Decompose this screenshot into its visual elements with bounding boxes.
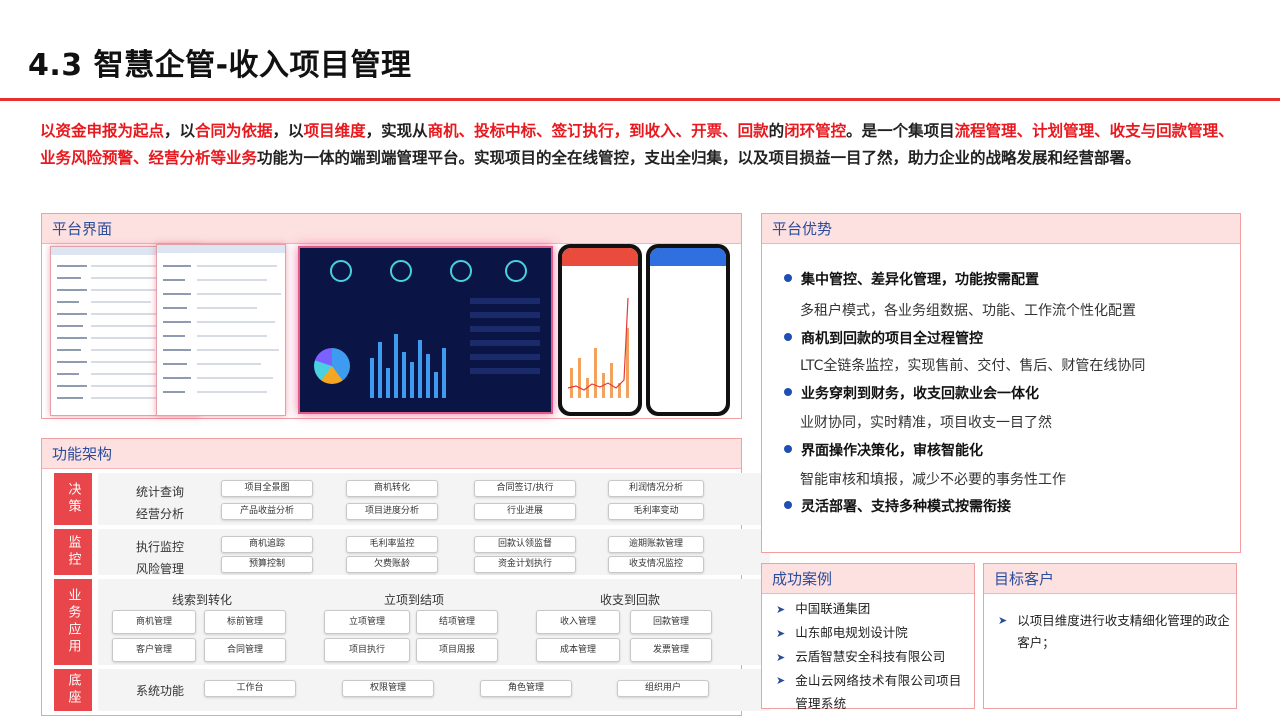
intro-highlight: 以资金申报为起点 bbox=[40, 122, 165, 140]
decision-label-1: 统计查询 bbox=[136, 485, 185, 499]
group-projects: 立项到结项 bbox=[384, 593, 445, 607]
intro-paragraph: 以资金申报为起点，以合同为依据，以项目维度，实现从商机、投标中标、签订执行，到收… bbox=[40, 118, 1240, 172]
intro-text: ，以 bbox=[272, 122, 304, 140]
tag-monitor-4[interactable]: 逾期账款管理 bbox=[608, 536, 704, 553]
arrow-icon: ➤ bbox=[776, 651, 786, 664]
advantage-3-title: 业务穿刺到财务，收支回款业会一体化 bbox=[784, 383, 1039, 403]
tag-base-4[interactable]: 组织用户 bbox=[617, 680, 709, 697]
platform-screenshots bbox=[48, 244, 738, 418]
arrow-icon: ➤ bbox=[776, 603, 786, 616]
advantages-heading: 平台优势 bbox=[762, 214, 1240, 244]
intro-text: 。是一个集项目 bbox=[846, 122, 955, 140]
tag-decision-8[interactable]: 毛利率变动 bbox=[608, 503, 704, 520]
arrow-icon: ➤ bbox=[776, 674, 786, 687]
tag-decision-1[interactable]: 项目全景图 bbox=[221, 480, 313, 497]
case-2: ➤ 山东邮电规划设计院 bbox=[776, 625, 908, 640]
tag-decision-2[interactable]: 商机转化 bbox=[346, 480, 438, 497]
advantage-4-title: 界面操作决策化，审核智能化 bbox=[784, 440, 983, 460]
tag-business-9[interactable]: 项目执行 bbox=[324, 638, 410, 662]
tag-business-7[interactable]: 客户管理 bbox=[112, 638, 196, 662]
tag-decision-6[interactable]: 项目进度分析 bbox=[346, 503, 438, 520]
mobile-chart-screenshot bbox=[558, 244, 642, 416]
advantage-1-desc: 多租户模式，各业务组数据、功能、工作流个性化配置 bbox=[800, 303, 1136, 319]
bullet-icon bbox=[784, 388, 792, 396]
cases-heading: 成功案例 bbox=[762, 564, 974, 594]
category-monitor: 监控 bbox=[54, 529, 92, 575]
platform-panel: 平台界面 bbox=[41, 213, 742, 419]
tag-business-2[interactable]: 标前管理 bbox=[204, 610, 286, 634]
tag-business-1[interactable]: 商机管理 bbox=[112, 610, 196, 634]
advantage-4-desc: 智能审核和填报，减少不必要的事务性工作 bbox=[800, 472, 1066, 488]
tag-monitor-3[interactable]: 回款认领监督 bbox=[474, 536, 576, 553]
bullet-icon bbox=[784, 445, 792, 453]
arrow-icon: ➤ bbox=[776, 627, 786, 640]
advantage-1-title: 集中管控、差异化管理，功能按需配置 bbox=[784, 269, 1039, 289]
advantage-3-desc: 业财协同，实时精准，项目收支一目了然 bbox=[800, 415, 1052, 431]
tag-business-8[interactable]: 合同管理 bbox=[204, 638, 286, 662]
intro-highlight: 闭环管控 bbox=[784, 122, 847, 140]
arrow-icon: ➤ bbox=[998, 614, 1008, 627]
platform-heading: 平台界面 bbox=[42, 214, 741, 244]
case-3: ➤ 云盾智慧安全科技有限公司 bbox=[776, 649, 946, 664]
customers-heading: 目标客户 bbox=[984, 564, 1236, 594]
intro-text: 的 bbox=[768, 122, 785, 140]
architecture-panel: 功能架构 决策 统计查询 经营分析 项目全景图 商机转化 合同签订/执行 利润情… bbox=[41, 438, 770, 716]
tag-business-6[interactable]: 回款管理 bbox=[630, 610, 712, 634]
group-payments: 收支到回款 bbox=[600, 593, 661, 607]
mobile-detail-screenshot bbox=[646, 244, 730, 416]
case-1: ➤ 中国联通集团 bbox=[776, 601, 871, 616]
advantages-panel: 平台优势 集中管控、差异化管理，功能按需配置 多租户模式，各业务组数据、功能、工… bbox=[761, 213, 1241, 553]
base-label: 系统功能 bbox=[136, 684, 185, 698]
decision-label-2: 经营分析 bbox=[136, 507, 185, 521]
category-decision: 决策 bbox=[54, 473, 92, 525]
intro-highlight: 项目维度 bbox=[303, 122, 366, 140]
intro-highlight: 商机、投标中标、签订执行，到收入、开票、回款 bbox=[427, 122, 769, 140]
tag-business-11[interactable]: 成本管理 bbox=[536, 638, 620, 662]
tag-monitor-1[interactable]: 商机追踪 bbox=[221, 536, 313, 553]
tag-business-5[interactable]: 收入管理 bbox=[536, 610, 620, 634]
intro-text: ，以 bbox=[164, 122, 196, 140]
advantage-2-title: 商机到回款的项目全过程管控 bbox=[784, 328, 983, 348]
advantage-5-title: 灵活部署、支持多种模式按需衔接 bbox=[784, 496, 1011, 516]
tag-monitor-5[interactable]: 预算控制 bbox=[221, 556, 313, 573]
advantage-2-desc: LTC全链条监控，实现售前、交付、售后、财管在线协同 bbox=[800, 358, 1146, 374]
intro-highlight: 合同为依据 bbox=[195, 122, 273, 140]
group-leads: 线索到转化 bbox=[172, 593, 233, 607]
tag-monitor-2[interactable]: 毛利率监控 bbox=[346, 536, 438, 553]
monitor-label-1: 执行监控 bbox=[136, 540, 185, 554]
tag-decision-3[interactable]: 合同签订/执行 bbox=[474, 480, 576, 497]
intro-text: ，实现从 bbox=[365, 122, 428, 140]
tag-monitor-7[interactable]: 资金计划执行 bbox=[474, 556, 576, 573]
tag-decision-5[interactable]: 产品收益分析 bbox=[221, 503, 313, 520]
title-divider bbox=[0, 98, 1280, 101]
category-business: 业务应用 bbox=[54, 579, 92, 665]
tag-base-1[interactable]: 工作台 bbox=[204, 680, 296, 697]
category-base: 底座 bbox=[54, 669, 92, 711]
intro-text: 功能为一体的端到端管理平台。实现项目的全在线管控，支出全归集，以及项目损益一目了… bbox=[257, 149, 1141, 167]
case-4: ➤ 金山云网络技术有限公司项目管理系统 bbox=[776, 669, 972, 715]
bullet-icon bbox=[784, 333, 792, 341]
tag-business-10[interactable]: 项目周报 bbox=[416, 638, 498, 662]
dashboard-screenshot bbox=[298, 246, 553, 414]
customer-1: ➤ 以项目维度进行收支精细化管理的政企客户； bbox=[998, 610, 1230, 654]
tag-business-3[interactable]: 立项管理 bbox=[324, 610, 410, 634]
cases-panel: 成功案例 ➤ 中国联通集团 ➤ 山东邮电规划设计院 ➤ 云盾智慧安全科技有限公司 ➤ 金… bbox=[761, 563, 975, 711]
page-title: 4.3 智慧企管-收入项目管理 bbox=[28, 48, 412, 83]
monitor-label-2: 风险管理 bbox=[136, 562, 185, 576]
architecture-heading: 功能架构 bbox=[42, 439, 741, 469]
tag-decision-4[interactable]: 利润情况分析 bbox=[608, 480, 704, 497]
tag-decision-7[interactable]: 行业进展 bbox=[474, 503, 576, 520]
tag-business-4[interactable]: 结项管理 bbox=[416, 610, 498, 634]
bullet-icon bbox=[784, 501, 792, 509]
bullet-icon bbox=[784, 274, 792, 282]
tag-business-12[interactable]: 发票管理 bbox=[630, 638, 712, 662]
pc-form-screenshot-2 bbox=[156, 244, 286, 416]
tag-monitor-8[interactable]: 收支情况监控 bbox=[608, 556, 704, 573]
tag-base-3[interactable]: 角色管理 bbox=[480, 680, 572, 697]
customers-panel: 目标客户 ➤ 以项目维度进行收支精细化管理的政企客户； bbox=[983, 563, 1237, 709]
tag-monitor-6[interactable]: 欠费账龄 bbox=[346, 556, 438, 573]
tag-base-2[interactable]: 权限管理 bbox=[342, 680, 434, 697]
